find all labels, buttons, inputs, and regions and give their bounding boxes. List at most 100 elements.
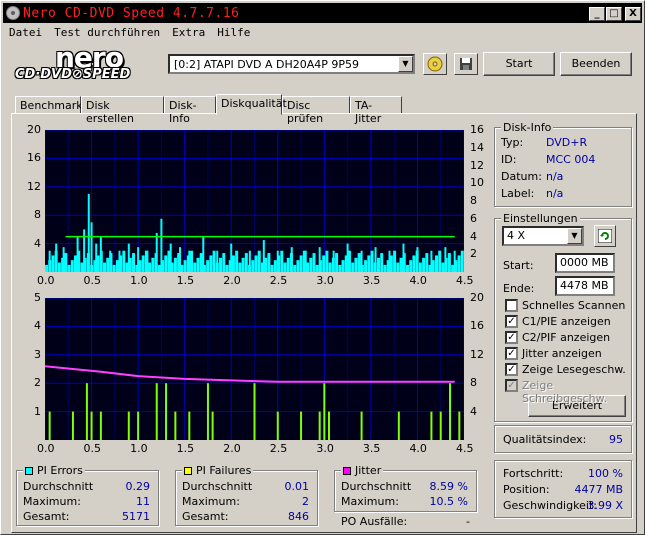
chevron-down-icon[interactable]: ▼	[567, 228, 582, 244]
save-button[interactable]	[454, 53, 478, 75]
error-bar-baseline	[173, 257, 177, 272]
po-failures-value: -	[466, 515, 470, 528]
error-bar	[90, 411, 93, 440]
error-bar-baseline	[296, 260, 300, 272]
y-right-tick-label: 8	[470, 376, 477, 390]
error-bar-baseline	[212, 250, 216, 272]
pi-chart-plot	[44, 129, 467, 272]
start-button[interactable]: Start	[483, 52, 555, 76]
menu-extra[interactable]: Extra	[166, 24, 211, 42]
x-tick-label: 1.5	[176, 274, 195, 287]
y-right-tick-label: 10	[470, 176, 484, 190]
error-bar-baseline	[167, 250, 171, 272]
option-label: Zeige Schreibgeschw.	[522, 379, 608, 405]
maximize-button[interactable]: □	[606, 7, 622, 21]
tab-benchmark[interactable]: Benchmark	[15, 96, 83, 114]
error-bar-baseline	[360, 264, 364, 272]
progress-label: Fortschritt:	[503, 467, 564, 480]
x-tick-label: 1.0	[130, 274, 148, 287]
error-bar-baseline	[141, 255, 145, 272]
error-bar-baseline	[338, 264, 342, 272]
y-left-tick-label: 5	[34, 291, 41, 304]
error-bar-baseline	[431, 260, 435, 272]
error-bar-baseline	[451, 264, 455, 272]
refresh-button[interactable]	[594, 225, 616, 247]
tab-disk-erstellen[interactable]: Disk erstellen	[81, 96, 164, 125]
option-checkbox[interactable]: ✓	[505, 331, 518, 344]
option-checkbox[interactable]	[505, 299, 518, 312]
disc-icon	[427, 56, 443, 72]
x-tick-label: 4.5	[456, 274, 474, 287]
error-bar-baseline	[293, 264, 297, 272]
error-bar-baseline	[170, 262, 174, 272]
drive-select[interactable]: [0:2] ATAPI DVD A DH20A4P 9P59 ▼	[168, 54, 415, 74]
error-bar-baseline	[389, 255, 393, 272]
error-bar	[48, 411, 51, 440]
pi-failures-max-label: Maximum:	[182, 495, 240, 508]
error-bar-baseline	[402, 253, 406, 272]
error-bar-baseline	[128, 257, 132, 272]
error-bar-baseline	[405, 264, 409, 272]
error-bar-baseline	[244, 253, 248, 272]
error-bar-baseline	[454, 260, 458, 272]
stop-button[interactable]: Beenden	[560, 52, 632, 76]
error-bar-baseline	[241, 257, 245, 272]
close-button[interactable]: X	[625, 7, 641, 21]
minimize-button[interactable]: _	[589, 7, 605, 21]
refresh-icon	[597, 228, 613, 244]
y-right-tick-label: 16	[470, 319, 484, 333]
tab-disc-pruefen[interactable]: Disc prüfen	[282, 96, 350, 125]
error-bar-baseline	[386, 260, 390, 272]
speed-readout: 3.99 X	[587, 499, 623, 512]
jitter-avg-label: Durchschnitt	[341, 480, 412, 493]
option-label: C1/PIE anzeigen	[522, 315, 611, 328]
title-bar[interactable]: Nero CD-DVD Speed 4.7.7.16 _ □ X	[3, 3, 642, 23]
option-checkbox[interactable]: ✓	[505, 363, 518, 376]
error-bar-baseline	[357, 253, 361, 272]
tab-ta-jitter[interactable]: TA-Jitter	[350, 96, 402, 125]
pi-chart	[44, 129, 467, 272]
chevron-down-icon[interactable]: ▼	[398, 56, 413, 72]
option-checkbox[interactable]: ✓	[505, 315, 518, 328]
error-bar-baseline	[325, 250, 329, 272]
option-checkbox[interactable]: ✓	[505, 347, 518, 360]
disk-id-label: ID:	[501, 153, 517, 166]
menu-datei[interactable]: Datei	[3, 24, 48, 42]
speed-select[interactable]: 4 X ▼	[502, 226, 584, 246]
app-icon[interactable]	[6, 6, 20, 20]
x-tick-label: 4.0	[409, 442, 427, 455]
tab-diskqualitaet[interactable]: Diskqualität	[216, 94, 287, 115]
y-left-tick-label: 8	[34, 208, 41, 222]
po-failures-label: PO Ausfälle:	[341, 515, 408, 528]
settings-group: Einstellungen 4 X ▼ Start: 0000 MB Ende:…	[494, 212, 632, 422]
start-input[interactable]: 0000 MB	[555, 253, 615, 273]
tab-disk-info[interactable]: Disk-Info	[164, 96, 216, 125]
error-bar-baseline	[90, 264, 94, 272]
error-bar-baseline	[48, 260, 52, 272]
error-bar-baseline	[376, 257, 380, 272]
error-bar-baseline	[412, 255, 416, 272]
disc-info-icon-button[interactable]	[423, 53, 447, 75]
error-bar-baseline	[80, 262, 84, 272]
y-left-tick-label: 1	[34, 404, 41, 418]
disk-type-value: DVD+R	[546, 136, 588, 149]
x-tick-label: 3.5	[362, 274, 381, 287]
y-right-tick-label: 14	[470, 140, 484, 154]
pi-errors-group: PI Errors Durchschnitt 0.29 Maximum: 11 …	[16, 464, 159, 526]
menu-test[interactable]: Test durchführen	[48, 24, 166, 42]
error-bar-baseline	[347, 250, 351, 272]
quality-index-label: Qualitätsindex:	[503, 433, 587, 446]
error-bar-baseline	[77, 250, 81, 272]
position-label: Position:	[503, 483, 550, 496]
error-bar-baseline	[74, 255, 78, 272]
menu-hilfe[interactable]: Hilfe	[211, 24, 256, 42]
error-bar	[360, 411, 363, 440]
y-left-tick-label: 20	[27, 123, 41, 136]
end-input[interactable]: 4478 MB	[555, 276, 615, 296]
error-bar-baseline	[322, 255, 326, 272]
error-bar-baseline	[254, 255, 258, 272]
x-tick-label: 0.0	[37, 442, 55, 455]
error-bar	[90, 222, 93, 272]
error-bar-baseline	[96, 255, 100, 272]
disk-info-group: Disk-Info Typ: DVD+R ID: MCC 004 Datum: …	[494, 121, 632, 207]
